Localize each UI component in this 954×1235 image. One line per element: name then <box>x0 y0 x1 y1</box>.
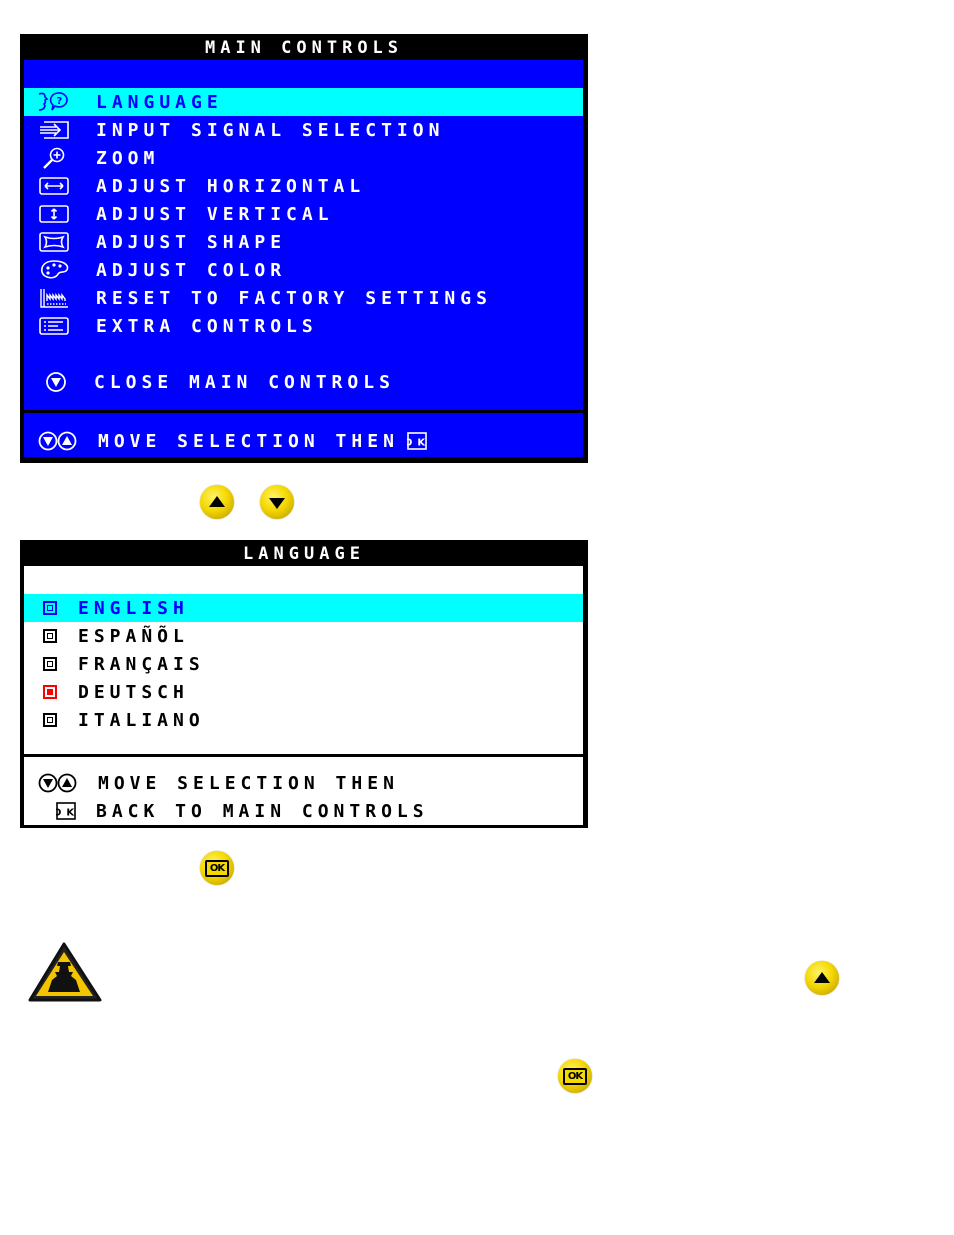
main-controls-menu: ? LANGUAGE INPUT SIGNAL SELECTION ZOOM A… <box>24 60 583 410</box>
up-button-inline[interactable] <box>805 961 839 995</box>
shape-icon <box>36 231 72 253</box>
input-signal-icon <box>36 119 72 141</box>
svg-text:OK: OK <box>407 438 427 449</box>
language-item-deutsch[interactable]: DEUTSCH <box>24 678 583 706</box>
close-label: CLOSE MAIN CONTROLS <box>94 371 395 393</box>
palette-icon <box>36 259 72 281</box>
menu-item-adjust-shape[interactable]: ADJUST SHAPE <box>24 228 583 256</box>
checkbox-checked-icon <box>40 681 60 703</box>
down-arrow-icon <box>269 497 285 509</box>
menu-item-language[interactable]: ? LANGUAGE <box>24 88 583 116</box>
down-up-circles-icon <box>38 772 78 794</box>
menu-item-label: ADJUST SHAPE <box>96 231 287 253</box>
language-label: ITALIANO <box>78 709 205 731</box>
language-list: ENGLISH ESPAÑÕL FRANÇAIS DEUTSCH ITALIAN… <box>24 566 583 754</box>
menu-item-label: ZOOM <box>96 147 160 169</box>
footer-instruction: MOVE SELECTION THEN <box>98 430 399 452</box>
language-title: LANGUAGE <box>243 544 365 564</box>
checkbox-icon <box>40 709 60 731</box>
svg-text:?: ? <box>57 96 68 107</box>
checkbox-icon <box>40 653 60 675</box>
menu-item-adjust-color[interactable]: ADJUST COLOR <box>24 256 583 284</box>
zoom-icon <box>36 147 72 169</box>
svg-text:OK: OK <box>56 808 76 819</box>
language-label: ENGLISH <box>78 597 189 619</box>
down-circle-icon <box>44 371 68 393</box>
ok-button[interactable]: OK <box>200 851 234 885</box>
menu-item-adjust-horizontal[interactable]: ADJUST HORIZONTAL <box>24 172 583 200</box>
up-arrow-icon <box>209 495 225 507</box>
horizontal-arrows-icon <box>36 175 72 197</box>
footer-instruction-line2: BACK TO MAIN CONTROLS <box>96 800 429 822</box>
language-item-espanol[interactable]: ESPAÑÕL <box>24 622 583 650</box>
ok-box-icon: OK <box>56 800 76 822</box>
menu-item-label: ADJUST HORIZONTAL <box>96 175 366 197</box>
menu-item-label: RESET TO FACTORY SETTINGS <box>96 287 492 309</box>
close-main-controls[interactable]: CLOSE MAIN CONTROLS <box>24 368 583 396</box>
menu-item-zoom[interactable]: ZOOM <box>24 144 583 172</box>
up-arrow-icon <box>814 971 830 983</box>
vertical-arrows-icon <box>36 203 72 225</box>
language-footer: MOVE SELECTION THEN OK BACK TO MAIN CONT… <box>24 757 583 825</box>
menu-item-reset-factory-settings[interactable]: RESET TO FACTORY SETTINGS <box>24 284 583 312</box>
menu-item-label: LANGUAGE <box>96 91 223 113</box>
language-label: ESPAÑÕL <box>78 625 189 647</box>
language-icon: ? <box>36 91 72 113</box>
main-controls-title: MAIN CONTROLS <box>204 38 404 58</box>
extra-controls-icon <box>36 315 72 337</box>
up-button[interactable] <box>200 485 234 519</box>
menu-item-adjust-vertical[interactable]: ADJUST VERTICAL <box>24 200 583 228</box>
ok-icon: OK <box>205 859 229 877</box>
language-item-francais[interactable]: FRANÇAIS <box>24 650 583 678</box>
checkbox-icon <box>40 597 60 619</box>
language-label: DEUTSCH <box>78 681 189 703</box>
footer-instruction-line1: MOVE SELECTION THEN <box>98 772 399 794</box>
menu-item-label: ADJUST VERTICAL <box>96 203 334 225</box>
ok-button-inline[interactable]: OK <box>558 1059 592 1093</box>
language-item-italiano[interactable]: ITALIANO <box>24 706 583 734</box>
main-controls-panel: MAIN CONTROLS ? LANGUAGE INPUT SIGNAL SE… <box>20 34 588 463</box>
menu-item-label: ADJUST COLOR <box>96 259 287 281</box>
ok-box-icon: OK <box>407 432 427 450</box>
warning-icon <box>24 940 106 1006</box>
language-panel: LANGUAGE ENGLISH ESPAÑÕL FRANÇAIS DEUTSC… <box>20 540 588 828</box>
ok-icon: OK <box>563 1067 587 1085</box>
down-button[interactable] <box>260 485 294 519</box>
menu-item-extra-controls[interactable]: EXTRA CONTROLS <box>24 312 583 340</box>
menu-item-input-signal-selection[interactable]: INPUT SIGNAL SELECTION <box>24 116 583 144</box>
main-controls-footer: MOVE SELECTION THEN OK <box>24 413 583 457</box>
language-label: FRANÇAIS <box>78 653 205 675</box>
menu-item-label: INPUT SIGNAL SELECTION <box>96 119 445 141</box>
checkbox-icon <box>40 625 60 647</box>
down-up-circles-icon <box>38 430 78 452</box>
menu-item-label: EXTRA CONTROLS <box>96 315 318 337</box>
language-item-english[interactable]: ENGLISH <box>24 594 583 622</box>
factory-icon <box>36 287 72 309</box>
